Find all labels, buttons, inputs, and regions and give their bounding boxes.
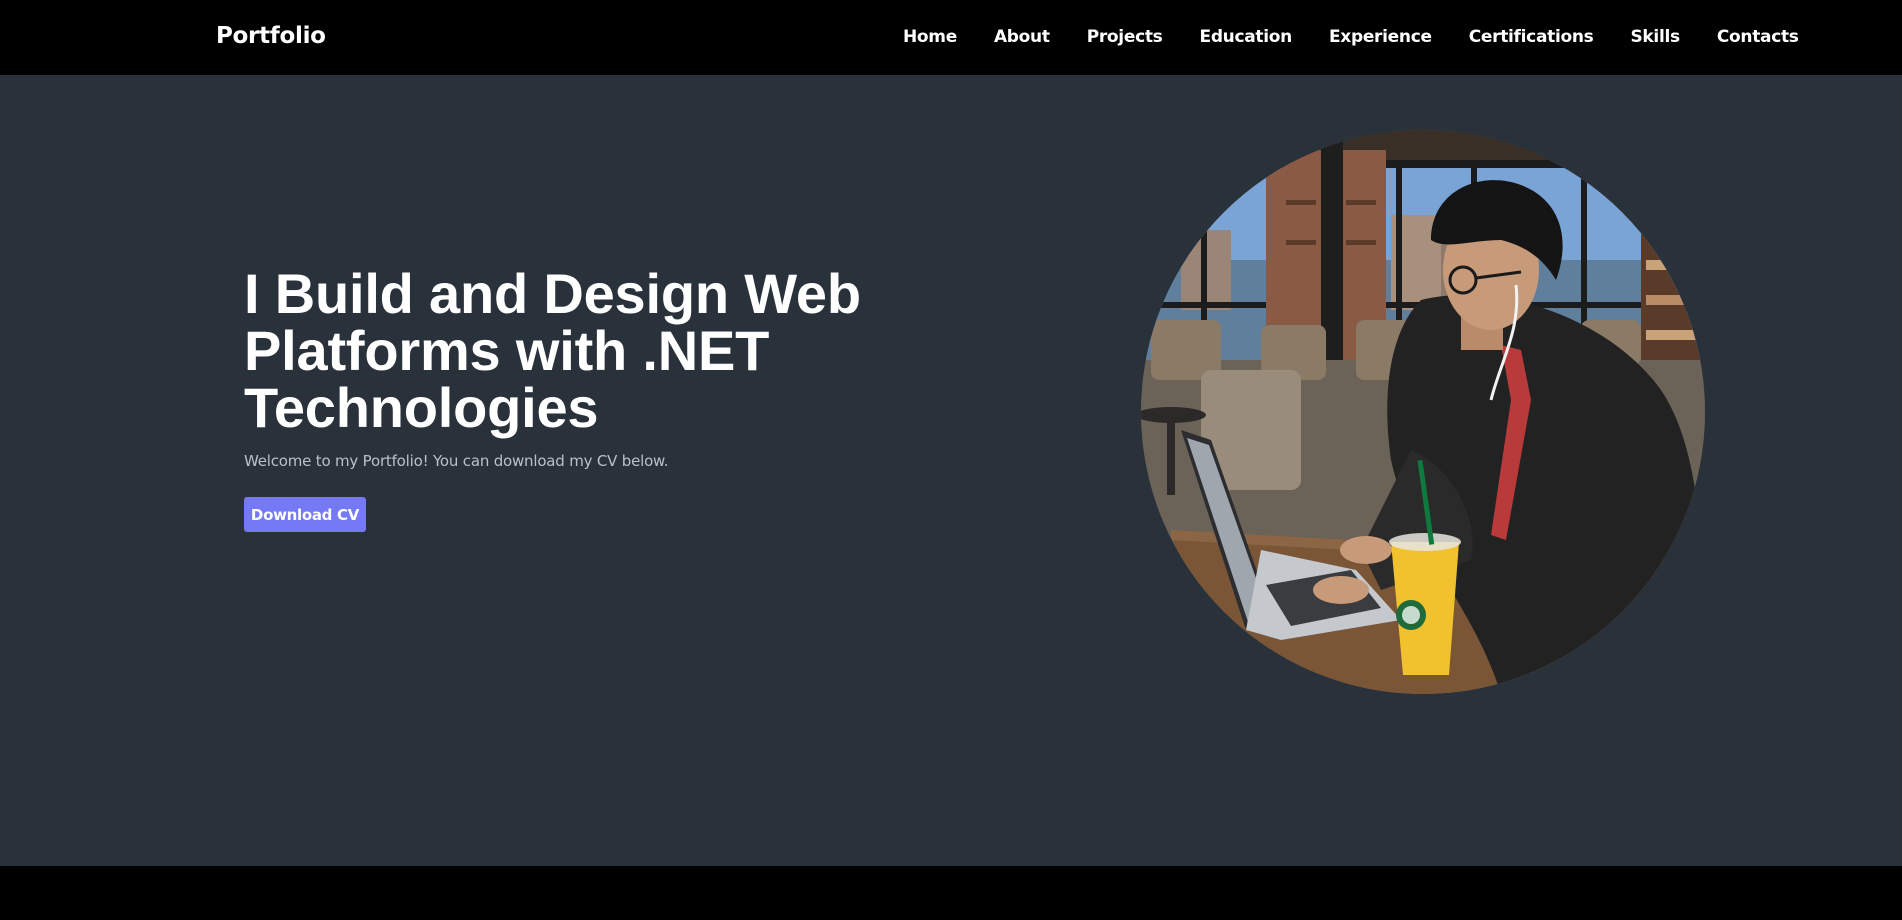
nav-item-skills: Skills: [1630, 27, 1716, 47]
nav-link-home[interactable]: Home: [903, 27, 957, 47]
nav-item-education: Education: [1200, 27, 1329, 47]
profile-photo: [1141, 130, 1705, 694]
hero-subtitle: Welcome to my Portfolio! You can downloa…: [244, 452, 669, 470]
nav-link-education[interactable]: Education: [1200, 27, 1293, 47]
nav-item-certifications: Certifications: [1469, 27, 1631, 47]
top-navbar: Portfolio Home About Projects Education …: [0, 0, 1902, 75]
nav-link-projects[interactable]: Projects: [1087, 27, 1163, 47]
footer-band: [0, 866, 1902, 920]
nav-link-about[interactable]: About: [994, 27, 1050, 47]
hero-headline: I Build and Design Web Platforms with .N…: [244, 262, 861, 439]
nav-item-experience: Experience: [1329, 27, 1469, 47]
nav-link-skills[interactable]: Skills: [1630, 27, 1680, 47]
nav-item-contacts: Contacts: [1717, 27, 1799, 47]
brand-logo[interactable]: Portfolio: [216, 23, 326, 49]
download-cv-button[interactable]: Download CV: [244, 497, 366, 532]
nav-item-about: About: [994, 27, 1087, 47]
profile-photo-illustration: [1141, 130, 1705, 694]
nav-menu: Home About Projects Education Experience…: [903, 27, 1799, 47]
nav-link-certifications[interactable]: Certifications: [1469, 27, 1594, 47]
nav-item-projects: Projects: [1087, 27, 1200, 47]
nav-item-home: Home: [903, 27, 994, 47]
nav-link-experience[interactable]: Experience: [1329, 27, 1432, 47]
nav-link-contacts[interactable]: Contacts: [1717, 27, 1799, 47]
